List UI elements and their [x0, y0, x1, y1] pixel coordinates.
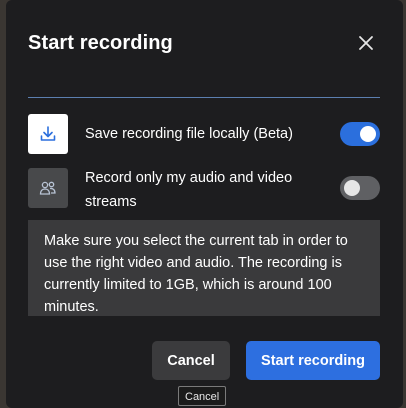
toggle-knob	[360, 126, 376, 142]
save-locally-label: Save recording file locally (Beta)	[85, 126, 293, 142]
cancel-tooltip: Cancel	[178, 386, 227, 406]
toggle-knob	[344, 180, 360, 196]
record-own-streams-toggle[interactable]	[340, 176, 380, 200]
start-recording-button[interactable]: Start recording	[246, 341, 380, 380]
close-button[interactable]	[352, 29, 380, 57]
close-icon	[359, 36, 373, 50]
record-own-streams-label: Record only my audio and video streams	[85, 170, 293, 210]
save-locally-toggle[interactable]	[340, 122, 380, 146]
download-icon	[28, 114, 68, 154]
info-notice: Make sure you select the current tab in …	[28, 220, 380, 316]
start-recording-dialog: Start recording Save recording file loca…	[6, 0, 403, 408]
people-icon	[28, 168, 68, 208]
option-save-locally: Save recording file locally (Beta)	[28, 114, 380, 154]
cancel-button[interactable]: Cancel	[152, 341, 230, 380]
option-record-own-streams: Record only my audio and video streams	[28, 166, 380, 214]
dialog-title: Start recording	[28, 32, 173, 54]
title-divider	[28, 97, 380, 98]
